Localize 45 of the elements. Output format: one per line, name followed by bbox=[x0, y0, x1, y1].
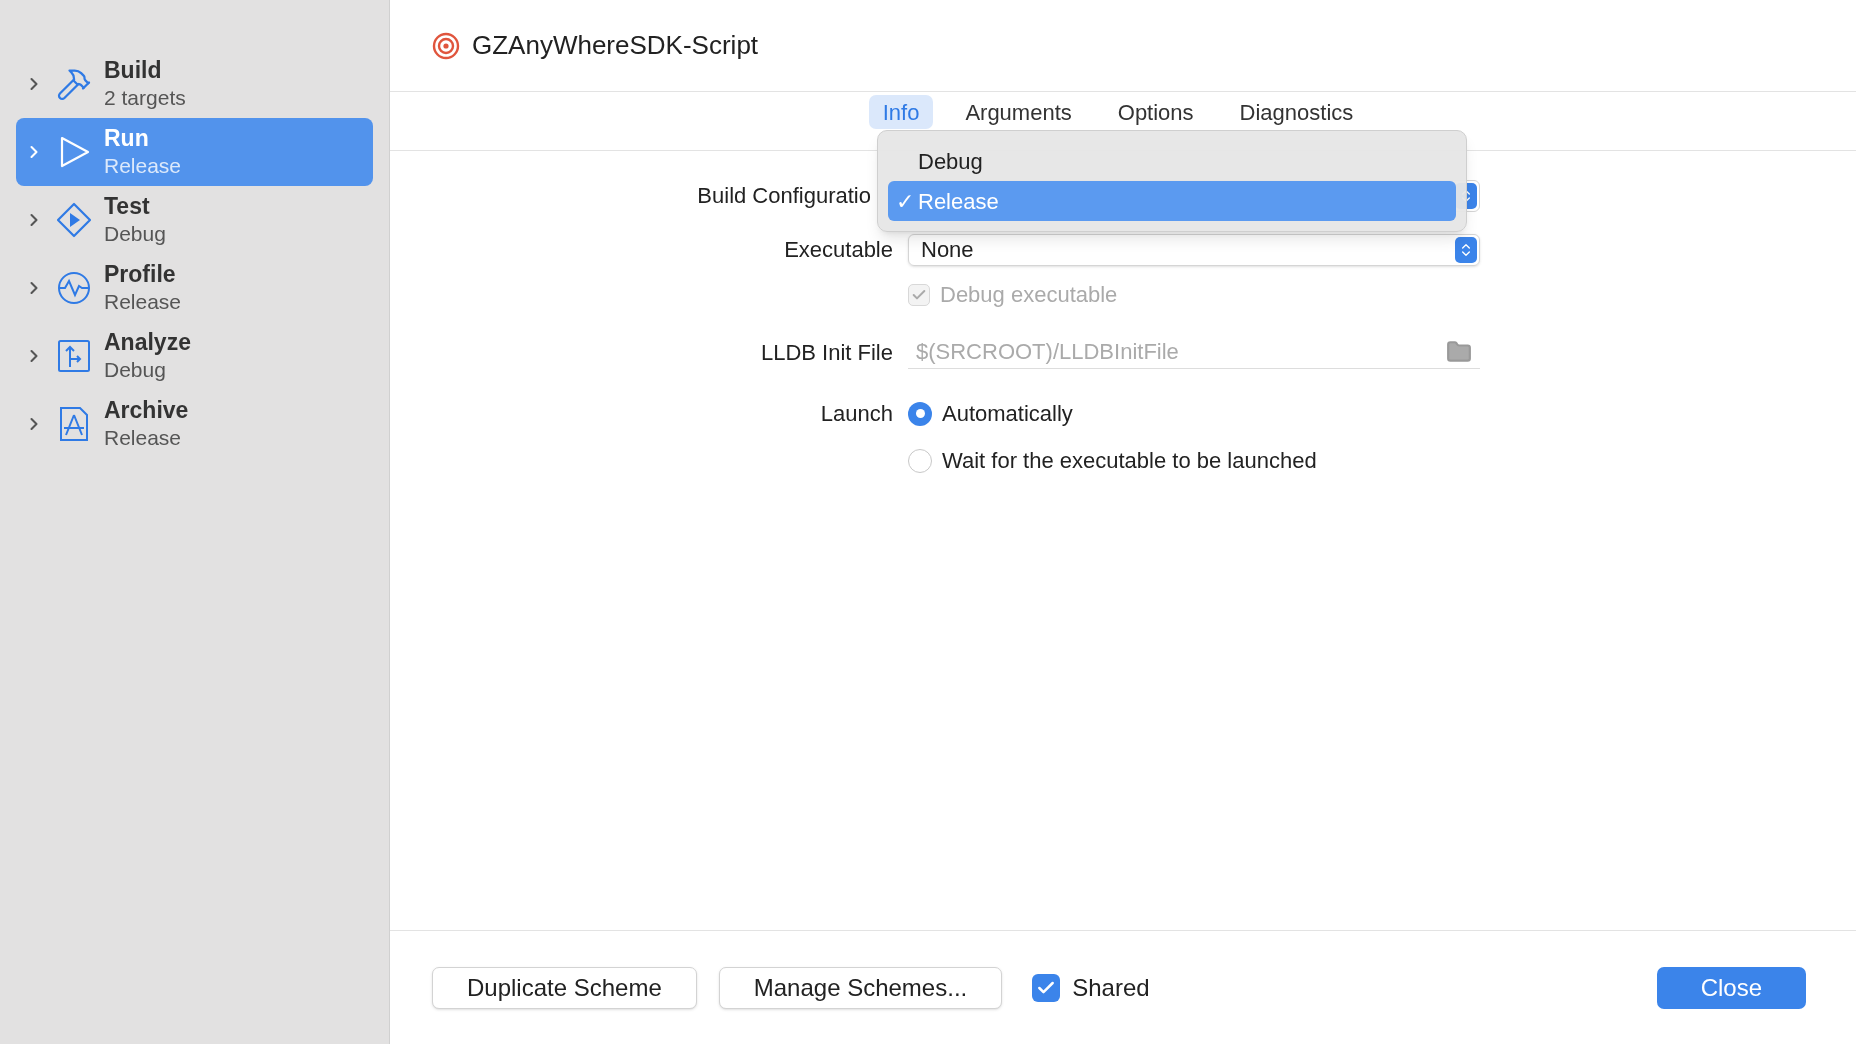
item-title: Test bbox=[104, 192, 151, 220]
item-subtitle: Debug bbox=[104, 221, 166, 247]
item-subtitle: Debug bbox=[104, 357, 167, 383]
field-label: Launch bbox=[819, 400, 893, 428]
item-title: Run bbox=[104, 124, 150, 152]
checkbox-label: Debug executable bbox=[940, 281, 1118, 309]
field-label: Build Configuratio bbox=[697, 182, 871, 210]
field-label: LLDB Init File bbox=[759, 338, 893, 367]
waveform-circle-icon bbox=[56, 270, 92, 306]
field-label: Executable bbox=[783, 236, 893, 264]
tab[interactable]: Options bbox=[1103, 95, 1208, 129]
item-subtitle: Release bbox=[104, 425, 183, 451]
executable-popup[interactable]: None bbox=[908, 233, 1480, 266]
hammer-icon bbox=[56, 66, 92, 102]
scheme-title: GZAnyWhereSDK-Script bbox=[472, 29, 759, 62]
scheme-action-item[interactable]: Test Debug bbox=[16, 186, 373, 254]
radio-button[interactable] bbox=[908, 401, 932, 426]
checkbox-label: Shared bbox=[1072, 972, 1150, 1003]
item-subtitle: Release bbox=[104, 153, 182, 179]
scheme-action-item[interactable]: Archive Release bbox=[16, 390, 373, 458]
branch-square-icon bbox=[56, 338, 92, 374]
scheme-action-item[interactable]: Analyze Debug bbox=[16, 322, 373, 390]
item-title: Build bbox=[104, 56, 163, 84]
shared-checkbox[interactable] bbox=[1032, 973, 1061, 1002]
footer-button[interactable]: Duplicate Scheme bbox=[432, 966, 697, 1009]
scheme-action-item[interactable]: Profile Release bbox=[16, 254, 373, 322]
tab[interactable]: Diagnostics bbox=[1225, 95, 1368, 129]
item-title: Archive bbox=[104, 396, 189, 424]
item-subtitle: 2 targets bbox=[104, 85, 186, 111]
item-title: Profile bbox=[104, 260, 177, 288]
radio-label: Automatically bbox=[942, 400, 1073, 428]
folder-icon[interactable] bbox=[1446, 338, 1472, 365]
scheme-action-item[interactable]: Build 2 targets bbox=[16, 50, 373, 118]
tab[interactable]: Arguments bbox=[951, 95, 1086, 129]
lldb-file-field[interactable]: $(SRCROOT)/LLDBInitFile bbox=[916, 335, 1446, 368]
item-title: Analyze bbox=[104, 328, 191, 356]
diamond-play-icon bbox=[56, 202, 92, 238]
footer-button[interactable]: Manage Schemes... bbox=[718, 966, 1003, 1009]
radio-label: Wait for the executable to be launched bbox=[942, 447, 1317, 475]
target-icon bbox=[432, 31, 460, 60]
radio-button[interactable] bbox=[908, 448, 932, 473]
close-button[interactable]: Close bbox=[1656, 966, 1806, 1009]
stepper-icon bbox=[1455, 236, 1477, 263]
menu-item[interactable]: Debug bbox=[888, 141, 1456, 181]
item-subtitle: Release bbox=[104, 289, 182, 315]
